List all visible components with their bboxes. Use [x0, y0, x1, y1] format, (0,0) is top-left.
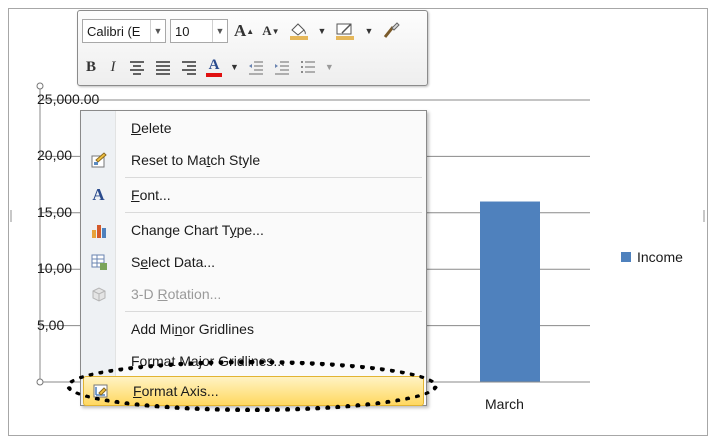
italic-button[interactable]: I [104, 55, 122, 79]
chart-legend[interactable]: Income [621, 249, 683, 265]
menu-item-3d-rotation: 3-D Rotation... [82, 279, 425, 309]
chevron-down-icon[interactable]: ▼ [150, 20, 165, 42]
menu-separator [125, 212, 422, 213]
chevron-down-icon[interactable]: ▼ [228, 55, 241, 79]
font-name-value: Calibri (E [87, 23, 141, 39]
align-right-icon[interactable] [178, 55, 200, 79]
fill-color-icon[interactable] [286, 19, 312, 43]
blank-icon [82, 314, 115, 344]
font-name-combo[interactable]: Calibri (E ▼ [82, 19, 166, 43]
menu-item-label: Reset to Match Style [131, 152, 261, 168]
y-tick-label: 15,00 [37, 203, 73, 220]
y-tick-label: 25,000.00 [37, 91, 100, 107]
menu-item-format-axis[interactable]: Format Axis... [83, 376, 424, 406]
blank-icon [82, 346, 115, 376]
font-color-swatch [206, 73, 222, 77]
font-icon: A [92, 185, 105, 204]
menu-item-reset-to-match-style[interactable]: Reset to Match Style [82, 145, 425, 175]
menu-item-label: Font... [131, 187, 171, 203]
menu-item-label: Add Minor Gridlines [131, 321, 254, 337]
bold-button[interactable]: B [82, 55, 100, 79]
bar[interactable] [480, 201, 540, 382]
grow-font-icon[interactable]: A ▲ [232, 19, 256, 43]
context-menu: Delete Reset to Match Style A Font... Ch… [80, 110, 427, 406]
font-size-combo[interactable]: 10 ▼ [170, 19, 228, 43]
mini-toolbar: Calibri (E ▼ 10 ▼ A ▲ A ▼ ▼ ▼ B I A ▼ ▼ [77, 10, 428, 86]
chevron-down-icon[interactable]: ▼ [212, 20, 227, 42]
bullets-icon[interactable] [297, 55, 319, 79]
font-color-button[interactable]: A [204, 55, 224, 79]
x-tick-label: March [485, 396, 524, 412]
font-color-label: A [208, 57, 220, 73]
y-tick-label: 20,00 [37, 147, 73, 164]
menu-item-label: Change Chart Type... [131, 222, 264, 238]
menu-separator [125, 177, 422, 178]
y-tick-label: 10,00 [37, 260, 73, 277]
align-center-icon[interactable] [126, 55, 148, 79]
legend-swatch [621, 252, 631, 262]
menu-item-delete[interactable]: Delete [82, 113, 425, 143]
menu-item-label: Format Major Gridlines... [131, 353, 286, 369]
menu-item-change-chart-type[interactable]: Change Chart Type... [82, 215, 425, 245]
menu-item-label: Select Data... [131, 254, 216, 270]
menu-item-format-major-gridlines[interactable]: Format Major Gridlines... [82, 346, 425, 376]
select-data-icon [82, 247, 115, 277]
axis-selection-handle[interactable] [36, 378, 44, 386]
chart-type-icon [82, 215, 115, 245]
chevron-down-icon[interactable]: ▼ [323, 55, 336, 79]
menu-separator [125, 311, 422, 312]
chevron-down-icon[interactable]: ▼ [362, 19, 375, 43]
axis-selection-handle[interactable] [36, 82, 44, 90]
menu-item-select-data[interactable]: Select Data... [82, 247, 425, 277]
legend-label: Income [637, 249, 683, 265]
font-size-value: 10 [175, 23, 190, 39]
menu-item-label: 3-D Rotation... [131, 286, 222, 302]
decrease-indent-icon[interactable] [245, 55, 267, 79]
blank-icon [82, 113, 115, 143]
y-tick-label: 5,00 [37, 316, 65, 333]
menu-item-label: Format Axis... [133, 383, 219, 399]
increase-indent-icon[interactable] [271, 55, 293, 79]
line-color-icon[interactable] [332, 19, 358, 43]
menu-item-add-minor-gridlines[interactable]: Add Minor Gridlines [82, 314, 425, 344]
chevron-down-icon[interactable]: ▼ [316, 19, 329, 43]
rotation-3d-icon [82, 279, 115, 309]
align-justify-icon[interactable] [152, 55, 174, 79]
reset-style-icon [82, 145, 115, 175]
menu-item-label: Delete [131, 120, 172, 136]
menu-item-font[interactable]: A Font... [82, 180, 425, 210]
format-axis-icon [84, 376, 117, 406]
format-painter-icon[interactable] [379, 19, 403, 43]
shrink-font-icon[interactable]: A ▼ [260, 19, 281, 43]
